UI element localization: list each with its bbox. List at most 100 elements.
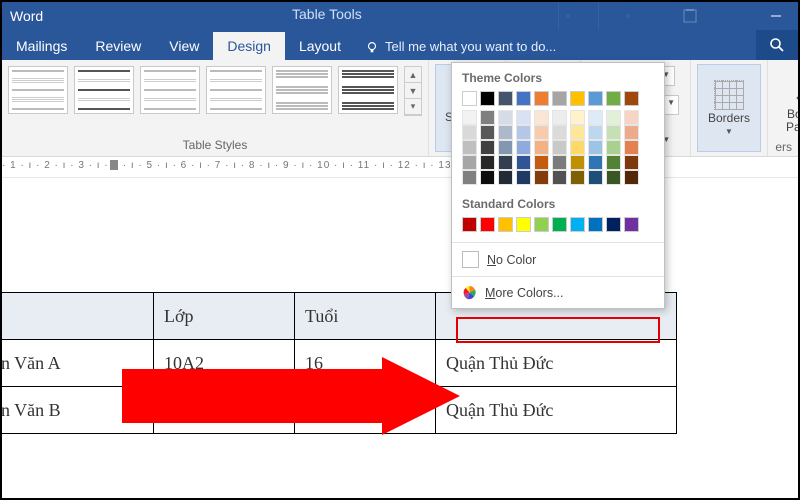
color-swatch[interactable]: [534, 155, 549, 170]
color-swatch[interactable]: [606, 140, 621, 155]
tab-mailings[interactable]: Mailings: [2, 32, 81, 60]
color-swatch[interactable]: [480, 170, 495, 185]
color-swatch[interactable]: [588, 125, 603, 140]
color-swatch[interactable]: [588, 155, 603, 170]
color-swatch[interactable]: [552, 91, 567, 106]
table-style-thumb[interactable]: [272, 66, 332, 114]
color-swatch[interactable]: [462, 125, 477, 140]
color-swatch[interactable]: [498, 217, 513, 232]
color-swatch[interactable]: [552, 125, 567, 140]
color-swatch[interactable]: [480, 140, 495, 155]
color-swatch[interactable]: [606, 170, 621, 185]
more-colors-item[interactable]: More Colors...: [452, 281, 664, 304]
data-table[interactable]: Lớp Tuổi ễn Văn A 10A2 16 Quận Thủ Đức ễ…: [0, 292, 677, 434]
color-swatch[interactable]: [570, 110, 585, 125]
table-style-thumb[interactable]: [74, 66, 134, 114]
color-swatch[interactable]: [534, 110, 549, 125]
color-swatch[interactable]: [588, 140, 603, 155]
color-swatch[interactable]: [498, 170, 513, 185]
color-swatch[interactable]: [588, 110, 603, 125]
color-swatch[interactable]: [462, 140, 477, 155]
color-swatch[interactable]: [516, 140, 531, 155]
ruler-indent-marker[interactable]: [110, 160, 118, 170]
table-cell[interactable]: [0, 293, 154, 340]
color-swatch[interactable]: [552, 170, 567, 185]
table-style-thumb[interactable]: [8, 66, 68, 114]
color-swatch[interactable]: [462, 110, 477, 125]
color-swatch[interactable]: [624, 125, 639, 140]
color-swatch[interactable]: [606, 125, 621, 140]
color-swatch[interactable]: [498, 125, 513, 140]
table-cell[interactable]: Tuổi: [295, 293, 436, 340]
tab-review[interactable]: Review: [81, 32, 155, 60]
color-swatch[interactable]: [588, 217, 603, 232]
color-swatch[interactable]: [552, 155, 567, 170]
color-swatch[interactable]: [624, 155, 639, 170]
table-styles-gallery[interactable]: ▲▼▾: [8, 66, 422, 132]
table-cell[interactable]: Lớp: [154, 293, 295, 340]
borders-button[interactable]: Borders ▼: [697, 64, 761, 152]
tab-layout[interactable]: Layout: [285, 32, 355, 60]
color-swatch[interactable]: [462, 170, 477, 185]
tell-me-box[interactable]: Tell me what you want to do...: [355, 33, 566, 60]
color-swatch[interactable]: [480, 125, 495, 140]
color-swatch[interactable]: [534, 217, 549, 232]
horizontal-ruler[interactable]: · 1 · ı · 2 · ı · 3 · ı · 4 · ı · 5 · ı …: [2, 157, 798, 178]
color-swatch[interactable]: [606, 110, 621, 125]
color-swatch[interactable]: [606, 217, 621, 232]
table-row[interactable]: ễn Văn A 10A2 16 Quận Thủ Đức: [0, 340, 677, 387]
tab-view[interactable]: View: [155, 32, 213, 60]
ribbon-display-options-button[interactable]: [670, 2, 710, 30]
table-cell[interactable]: 16: [295, 340, 436, 387]
color-swatch[interactable]: [516, 125, 531, 140]
table-style-thumb[interactable]: [206, 66, 266, 114]
no-color-item[interactable]: No Color: [452, 247, 664, 272]
color-swatch[interactable]: [588, 91, 603, 106]
color-swatch[interactable]: [624, 140, 639, 155]
tab-design[interactable]: Design: [213, 32, 285, 60]
color-swatch[interactable]: [516, 155, 531, 170]
color-swatch[interactable]: [570, 155, 585, 170]
color-swatch[interactable]: [498, 140, 513, 155]
color-swatch[interactable]: [516, 170, 531, 185]
color-swatch[interactable]: [516, 217, 531, 232]
color-swatch[interactable]: [534, 91, 549, 106]
document-area[interactable]: Lớp Tuổi ễn Văn A 10A2 16 Quận Thủ Đức ễ…: [2, 178, 798, 498]
table-style-thumb[interactable]: [338, 66, 398, 114]
color-swatch[interactable]: [606, 155, 621, 170]
table-cell[interactable]: ễn Văn B: [0, 387, 154, 434]
color-swatch[interactable]: [624, 110, 639, 125]
table-style-thumb[interactable]: [140, 66, 200, 114]
color-swatch[interactable]: [534, 140, 549, 155]
color-swatch[interactable]: [480, 155, 495, 170]
table-cell[interactable]: 10A2: [154, 387, 295, 434]
color-swatch[interactable]: [462, 155, 477, 170]
table-cell[interactable]: ễn Văn A: [0, 340, 154, 387]
color-swatch[interactable]: [462, 217, 477, 232]
gallery-scroll[interactable]: ▲▼▾: [404, 66, 422, 116]
color-swatch[interactable]: [570, 125, 585, 140]
color-swatch[interactable]: [570, 217, 585, 232]
color-swatch[interactable]: [462, 91, 477, 106]
search-button[interactable]: [756, 30, 798, 60]
color-swatch[interactable]: [624, 91, 639, 106]
table-cell[interactable]: Quận Thủ Đức: [436, 387, 677, 434]
color-swatch[interactable]: [552, 217, 567, 232]
color-swatch[interactable]: [624, 217, 639, 232]
color-swatch[interactable]: [534, 125, 549, 140]
color-swatch[interactable]: [606, 91, 621, 106]
color-swatch[interactable]: [588, 170, 603, 185]
color-swatch[interactable]: [570, 91, 585, 106]
minimize-button[interactable]: [754, 2, 798, 30]
color-swatch[interactable]: [480, 110, 495, 125]
table-cell[interactable]: 16: [295, 387, 436, 434]
color-swatch[interactable]: [570, 140, 585, 155]
border-painter-button[interactable]: Border Painter: [774, 64, 800, 150]
color-swatch[interactable]: [480, 217, 495, 232]
color-swatch[interactable]: [552, 110, 567, 125]
color-swatch[interactable]: [552, 140, 567, 155]
table-row[interactable]: ễn Văn B 10A2 16 Quận Thủ Đức: [0, 387, 677, 434]
color-swatch[interactable]: [516, 110, 531, 125]
color-swatch[interactable]: [498, 155, 513, 170]
color-swatch[interactable]: [516, 91, 531, 106]
